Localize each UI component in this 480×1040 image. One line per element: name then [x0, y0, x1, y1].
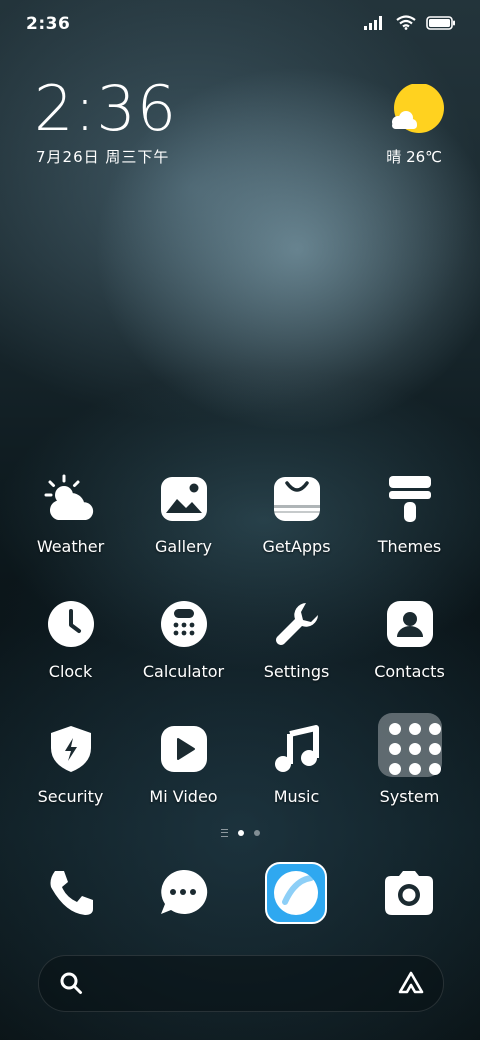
page-indicator-feed[interactable]	[220, 829, 228, 837]
sun-cloud-icon	[392, 84, 444, 133]
clock-widget-time[interactable]: 2:36	[34, 78, 177, 140]
folder-icon	[377, 713, 442, 777]
app-system-folder[interactable]: System	[353, 713, 466, 806]
battery-icon	[426, 15, 455, 30]
phone-icon	[50, 871, 93, 915]
app-weather[interactable]: Weather	[14, 471, 127, 556]
app-getapps[interactable]: GetApps	[240, 471, 353, 556]
status-bar: 2:36	[0, 0, 480, 50]
app-calculator[interactable]: Calculator	[127, 596, 240, 681]
page-indicator-dot-active[interactable]	[237, 830, 244, 836]
app-label: Calculator	[142, 662, 225, 681]
assistant-icon[interactable]	[397, 970, 425, 996]
gallery-icon	[156, 471, 212, 527]
app-label: System	[379, 787, 440, 806]
app-label: Clock	[48, 662, 93, 681]
app-label: Contacts	[374, 662, 445, 681]
app-security[interactable]: Security	[14, 721, 127, 806]
clock-icon	[43, 596, 99, 652]
music-note-icon	[269, 721, 325, 777]
dock-phone[interactable]	[40, 862, 102, 924]
weather-condition-temp: 晴 26℃	[386, 148, 442, 166]
shield-icon	[43, 721, 99, 777]
app-label: Settings	[263, 662, 330, 681]
messages-icon	[161, 869, 208, 914]
status-icons	[364, 15, 456, 30]
play-icon	[156, 721, 212, 777]
browser-icon	[265, 862, 327, 924]
app-label: Gallery	[155, 537, 212, 556]
wifi-icon	[396, 15, 416, 30]
clock-widget-date: 7月26日 周三下午	[36, 148, 170, 166]
dock-messages[interactable]	[152, 862, 214, 924]
app-label: Security	[37, 787, 104, 806]
signal-icon	[364, 15, 382, 30]
camera-icon	[385, 871, 433, 915]
page-indicator-dot[interactable]	[253, 830, 260, 836]
search-bar[interactable]	[38, 955, 444, 1012]
getapps-icon	[269, 471, 325, 527]
app-contacts[interactable]: Contacts	[353, 596, 466, 681]
weather-icon	[43, 471, 99, 527]
search-icon[interactable]	[59, 971, 83, 995]
app-music[interactable]: Music	[240, 721, 353, 806]
app-clock[interactable]: Clock	[14, 596, 127, 681]
app-gallery[interactable]: Gallery	[127, 471, 240, 556]
app-label: Music	[273, 787, 320, 806]
wrench-icon	[269, 596, 325, 652]
page-indicator[interactable]	[0, 829, 480, 837]
themes-icon	[382, 471, 438, 527]
app-mi-video[interactable]: Mi Video	[127, 721, 240, 806]
calculator-icon	[156, 596, 212, 652]
app-themes[interactable]: Themes	[353, 471, 466, 556]
app-label: GetApps	[262, 537, 331, 556]
contacts-icon	[382, 596, 438, 652]
app-label: Weather	[36, 537, 105, 556]
status-time: 2:36	[26, 14, 71, 34]
app-settings[interactable]: Settings	[240, 596, 353, 681]
app-label: Mi Video	[149, 787, 218, 806]
dock-browser[interactable]	[265, 862, 327, 924]
dock-camera[interactable]	[378, 862, 440, 924]
app-label: Themes	[377, 537, 442, 556]
